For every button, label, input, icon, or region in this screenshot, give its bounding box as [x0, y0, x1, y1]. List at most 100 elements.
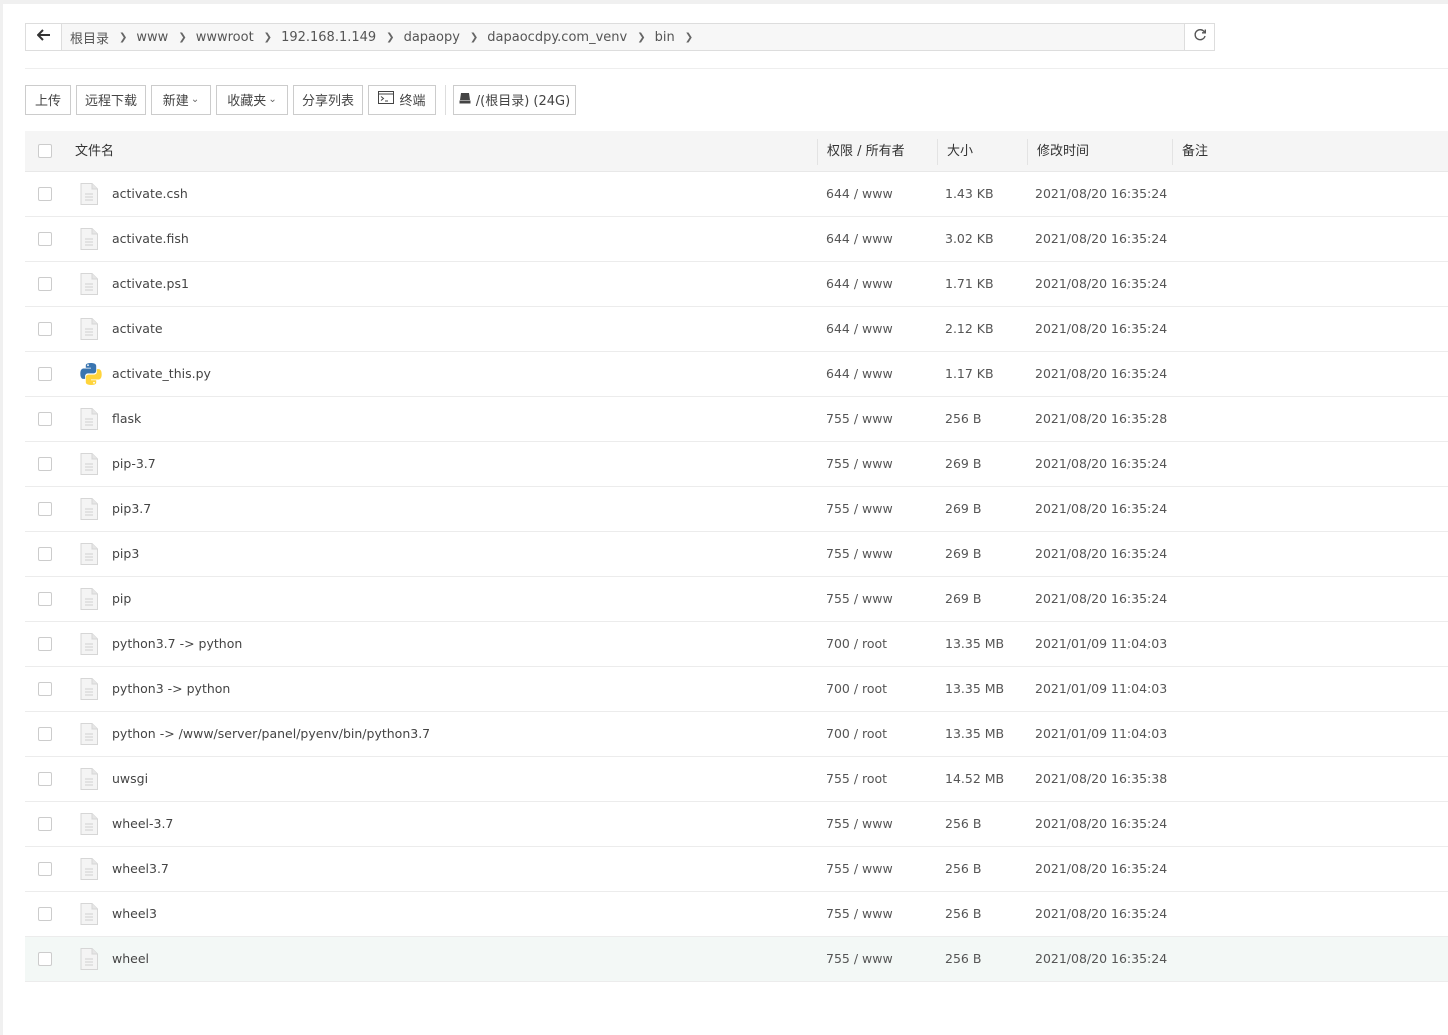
- file-name[interactable]: python3 -> python: [112, 667, 230, 711]
- row-checkbox[interactable]: [38, 952, 52, 966]
- breadcrumb-item[interactable]: bin ❯: [646, 30, 694, 45]
- row-checkbox[interactable]: [38, 322, 52, 336]
- row-checkbox[interactable]: [38, 727, 52, 741]
- file-icon: [79, 408, 99, 430]
- breadcrumb-item[interactable]: 192.168.1.149 ❯: [272, 30, 395, 45]
- file-icon: [79, 543, 99, 565]
- row-checkbox[interactable]: [38, 502, 52, 516]
- file-name[interactable]: activate_this.py: [112, 352, 211, 396]
- file-permission: 755 / www: [826, 546, 893, 561]
- row-checkbox[interactable]: [38, 187, 52, 201]
- row-checkbox[interactable]: [38, 772, 52, 786]
- table-row[interactable]: uwsgi 755 / root 14.52 MB 2021/08/20 16:35:…: [25, 757, 1448, 802]
- row-checkbox[interactable]: [38, 592, 52, 606]
- table-row[interactable]: wheel3.7 755 / www 256 B 2021/08/20 16:35:2…: [25, 847, 1448, 892]
- row-checkbox[interactable]: [38, 637, 52, 651]
- file-name[interactable]: wheel-3.7: [112, 802, 173, 846]
- file-modified-time: 2021/08/20 16:35:24: [1035, 951, 1168, 966]
- table-row[interactable]: pip-3.7 755 / www 269 B 2021/08/20 16:35:24: [25, 442, 1448, 487]
- table-row[interactable]: wheel 755 / www 256 B 2021/08/20 16:35:24: [25, 937, 1448, 982]
- breadcrumb-label: wwwroot: [195, 29, 254, 45]
- table-row[interactable]: python3 -> python 700 / root 13.35 MB 2021/…: [25, 667, 1448, 712]
- file-table: 文件名 权限 / 所有者 大小 修改时间 备注 activate.csh 644 …: [25, 131, 1448, 982]
- file-permission: 700 / root: [826, 726, 888, 741]
- back-button[interactable]: [26, 24, 62, 50]
- table-row[interactable]: python -> /www/server/panel/pyenv/bin/py…: [25, 712, 1448, 757]
- refresh-button[interactable]: [1184, 24, 1214, 50]
- file-name[interactable]: wheel: [112, 937, 149, 981]
- file-modified-time: 2021/08/20 16:35:38: [1035, 771, 1168, 786]
- table-row[interactable]: flask 755 / www 256 B 2021/08/20 16:35:28: [25, 397, 1448, 442]
- row-checkbox[interactable]: [38, 547, 52, 561]
- table-row[interactable]: wheel3 755 / www 256 B 2021/08/20 16:35:24: [25, 892, 1448, 937]
- row-checkbox[interactable]: [38, 412, 52, 426]
- file-name[interactable]: wheel3: [112, 892, 157, 936]
- disk-icon: [459, 92, 476, 108]
- file-size: 269 B: [945, 591, 982, 606]
- row-checkbox[interactable]: [38, 682, 52, 696]
- file-name[interactable]: pip3.7: [112, 487, 151, 531]
- file-name[interactable]: pip-3.7: [112, 442, 156, 486]
- row-checkbox[interactable]: [38, 367, 52, 381]
- breadcrumb-item[interactable]: 根目录 ❯: [61, 28, 127, 47]
- remote-download-button[interactable]: 远程下载: [76, 84, 146, 115]
- file-name[interactable]: activate.csh: [112, 172, 188, 216]
- file-modified-time: 2021/08/20 16:35:24: [1035, 591, 1168, 606]
- file-modified-time: 2021/08/20 16:35:24: [1035, 501, 1168, 516]
- breadcrumb-label: bin: [654, 29, 675, 45]
- table-row[interactable]: activate.csh 644 / www 1.43 KB 2021/08/20 1…: [25, 172, 1448, 217]
- terminal-icon: [378, 91, 399, 108]
- table-row[interactable]: activate.ps1 644 / www 1.71 KB 2021/08/20 1…: [25, 262, 1448, 307]
- table-row[interactable]: pip3 755 / www 269 B 2021/08/20 16:35:24: [25, 532, 1448, 577]
- new-dropdown-button[interactable]: 新建 ⌄: [151, 84, 211, 115]
- favorites-dropdown-button[interactable]: 收藏夹 ⌄: [216, 84, 288, 115]
- file-size: 3.02 KB: [945, 231, 994, 246]
- breadcrumb-item[interactable]: www ❯: [127, 30, 186, 45]
- table-row[interactable]: pip 755 / www 269 B 2021/08/20 16:35:24: [25, 577, 1448, 622]
- file-permission: 644 / www: [826, 276, 893, 291]
- file-size: 1.43 KB: [945, 186, 994, 201]
- row-checkbox[interactable]: [38, 277, 52, 291]
- file-size: 13.35 MB: [945, 726, 1005, 741]
- disk-button[interactable]: /(根目录) (24G): [453, 84, 576, 115]
- column-header-perm[interactable]: 权限 / 所有者: [827, 131, 905, 171]
- table-row[interactable]: wheel-3.7 755 / www 256 B 2021/08/20 16:35:…: [25, 802, 1448, 847]
- file-name[interactable]: python3.7 -> python: [112, 622, 242, 666]
- column-header-note[interactable]: 备注: [1182, 131, 1208, 171]
- table-row[interactable]: python3.7 -> python 700 / root 13.35 MB 202…: [25, 622, 1448, 667]
- file-name[interactable]: activate.ps1: [112, 262, 189, 306]
- file-name[interactable]: pip: [112, 577, 131, 621]
- file-name[interactable]: activate: [112, 307, 163, 351]
- file-name[interactable]: activate.fish: [112, 217, 189, 261]
- row-checkbox[interactable]: [38, 457, 52, 471]
- file-size: 13.35 MB: [945, 681, 1005, 696]
- table-row[interactable]: activate.fish 644 / www 3.02 KB 2021/08/20 …: [25, 217, 1448, 262]
- row-checkbox[interactable]: [38, 862, 52, 876]
- breadcrumb-item[interactable]: wwwroot ❯: [187, 30, 272, 45]
- file-modified-time: 2021/08/20 16:35:24: [1035, 546, 1168, 561]
- file-name[interactable]: flask: [112, 397, 141, 441]
- column-divider: [817, 139, 818, 165]
- breadcrumb-item[interactable]: dapaopy ❯: [395, 30, 479, 45]
- chevron-right-icon: ❯: [178, 31, 187, 43]
- row-checkbox[interactable]: [38, 907, 52, 921]
- file-name[interactable]: pip3: [112, 532, 139, 576]
- breadcrumb-item[interactable]: dapaocdpy.com_venv ❯: [478, 30, 645, 45]
- row-checkbox[interactable]: [38, 817, 52, 831]
- column-header-mtime[interactable]: 修改时间: [1037, 131, 1089, 171]
- file-name[interactable]: wheel3.7: [112, 847, 169, 891]
- table-row[interactable]: pip3.7 755 / www 269 B 2021/08/20 16:35:24: [25, 487, 1448, 532]
- table-row[interactable]: activate 644 / www 2.12 KB 2021/08/20 16:35…: [25, 307, 1448, 352]
- table-row[interactable]: activate_this.py 644 / www 1.17 KB 2021/08/…: [25, 352, 1448, 397]
- terminal-button[interactable]: 终端: [368, 84, 436, 115]
- python-icon: [79, 362, 102, 385]
- upload-button[interactable]: 上传: [25, 84, 71, 115]
- column-header-size[interactable]: 大小: [947, 131, 973, 171]
- row-checkbox[interactable]: [38, 232, 52, 246]
- share-list-button[interactable]: 分享列表: [293, 84, 363, 115]
- column-header-name[interactable]: 文件名: [75, 131, 114, 171]
- select-all-checkbox[interactable]: [38, 144, 52, 158]
- file-name[interactable]: python -> /www/server/panel/pyenv/bin/py…: [112, 712, 430, 756]
- file-name[interactable]: uwsgi: [112, 757, 148, 801]
- file-size: 1.71 KB: [945, 276, 994, 291]
